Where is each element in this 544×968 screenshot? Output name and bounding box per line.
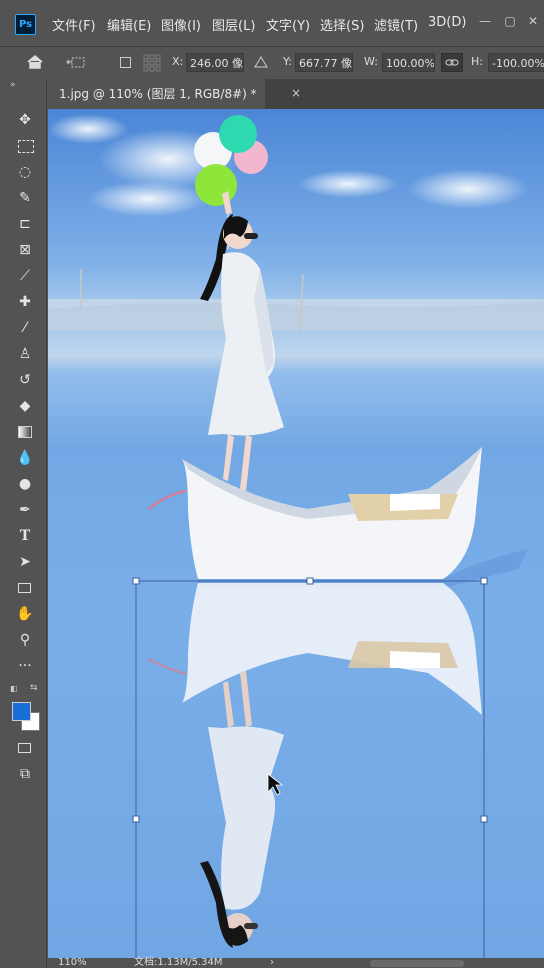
menu-select[interactable]: 选择(S) (320, 15, 364, 34)
menu-filter[interactable]: 滤镜(T) (374, 15, 418, 34)
menu-3d[interactable]: 3D(D) (428, 15, 466, 30)
maximize-icon[interactable]: ▢ (501, 14, 519, 28)
transform-icon[interactable] (66, 54, 88, 70)
reference-point-grid-icon[interactable] (142, 53, 162, 73)
swap-colors-icon[interactable]: ⇆ (30, 683, 38, 693)
document-size: 文档:1.13M/5.34M (134, 957, 223, 968)
horizontal-scrollbar[interactable] (370, 960, 464, 967)
more-icon[interactable]: ··· (15, 656, 35, 676)
stamp-icon[interactable]: ♙ (15, 344, 35, 364)
home-icon[interactable] (26, 54, 44, 70)
h-label: H: (471, 55, 483, 68)
blur-icon[interactable]: 💧 (15, 448, 35, 468)
link-icon (445, 59, 459, 66)
status-bar: 110% 文档:1.13M/5.34M › (48, 958, 544, 968)
pen-icon[interactable]: ✒ (15, 500, 35, 520)
link-button[interactable] (441, 53, 463, 72)
h-field[interactable]: -100.00% (488, 53, 544, 72)
frame-icon[interactable]: ⊠ (15, 240, 35, 260)
hand-icon[interactable]: ✋ (15, 604, 35, 624)
dodge-icon[interactable]: ● (15, 474, 35, 494)
eyedropper-icon[interactable]: ⟋ (15, 266, 35, 286)
w-label: W: (364, 55, 378, 68)
y-field[interactable]: 667.77 像素 (295, 53, 353, 72)
screen-mode-icon[interactable]: ⧉ (15, 764, 35, 784)
healing-icon[interactable]: ✚ (15, 292, 35, 312)
menu-image[interactable]: 图像(I) (161, 15, 201, 34)
document-tab-title: 1.jpg @ 110% (图层 1, RGB/8#) * (59, 87, 257, 101)
options-bar: X: 246.00 像素 Y: 667.77 像素 W: 100.00% H: … (0, 46, 544, 80)
document-tab-bar: 1.jpg @ 110% (图层 1, RGB/8#) * × (47, 79, 544, 109)
zoom-icon[interactable]: ⚲ (15, 630, 35, 650)
brush-icon[interactable]: ⁄ (15, 318, 35, 338)
quick-select-icon[interactable]: ✎ (15, 188, 35, 208)
document-tab[interactable]: 1.jpg @ 110% (图层 1, RGB/8#) * (47, 79, 265, 109)
foreground-color-swatch[interactable] (12, 702, 31, 721)
move-icon[interactable]: ✥ (15, 110, 35, 130)
y-label: Y: (283, 55, 292, 68)
quick-mask-icon[interactable] (15, 738, 35, 758)
photoshop-logo[interactable]: Ps (15, 14, 36, 35)
gradient-icon[interactable] (15, 422, 35, 442)
x-label: X: (172, 55, 184, 68)
minimize-icon[interactable]: — (476, 14, 494, 28)
menu-file[interactable]: 文件(F) (52, 15, 96, 34)
tools-panel: » ✥ ◌ ✎ ⊏ ⊠ ⟋ ✚ ⁄ ♙ ↺ ◆ 💧 ● ✒ T ➤ ✋ ⚲ ··… (0, 79, 47, 968)
reference-point-checkbox[interactable] (120, 57, 131, 68)
rectangle-icon[interactable] (15, 578, 35, 598)
eraser-icon[interactable]: ◆ (15, 396, 35, 416)
delta-icon[interactable] (254, 56, 268, 68)
default-colors-icon[interactable]: ◧ (10, 684, 18, 693)
marquee-icon[interactable] (15, 136, 35, 156)
photo-image (48, 114, 544, 958)
crop-icon[interactable]: ⊏ (15, 214, 35, 234)
document-canvas[interactable] (48, 109, 544, 958)
status-menu-arrow[interactable]: › (270, 958, 274, 968)
path-select-icon[interactable]: ➤ (15, 552, 35, 572)
zoom-level[interactable]: 110% (58, 958, 87, 968)
menu-bar: Ps 文件(F) 编辑(E) 图像(I) 图层(L) 文字(Y) 选择(S) 滤… (0, 0, 544, 46)
menu-layer[interactable]: 图层(L) (212, 15, 255, 34)
w-field[interactable]: 100.00% (382, 53, 435, 72)
tab-close-icon[interactable]: × (291, 86, 301, 100)
lasso-icon[interactable]: ◌ (15, 162, 35, 182)
menu-type[interactable]: 文字(Y) (266, 15, 310, 34)
close-icon[interactable]: ✕ (526, 14, 540, 28)
type-icon[interactable]: T (15, 526, 35, 546)
history-brush-icon[interactable]: ↺ (15, 370, 35, 390)
collapse-icon[interactable]: » (10, 80, 16, 90)
menu-edit[interactable]: 编辑(E) (107, 15, 151, 34)
x-field[interactable]: 246.00 像素 (186, 53, 244, 72)
